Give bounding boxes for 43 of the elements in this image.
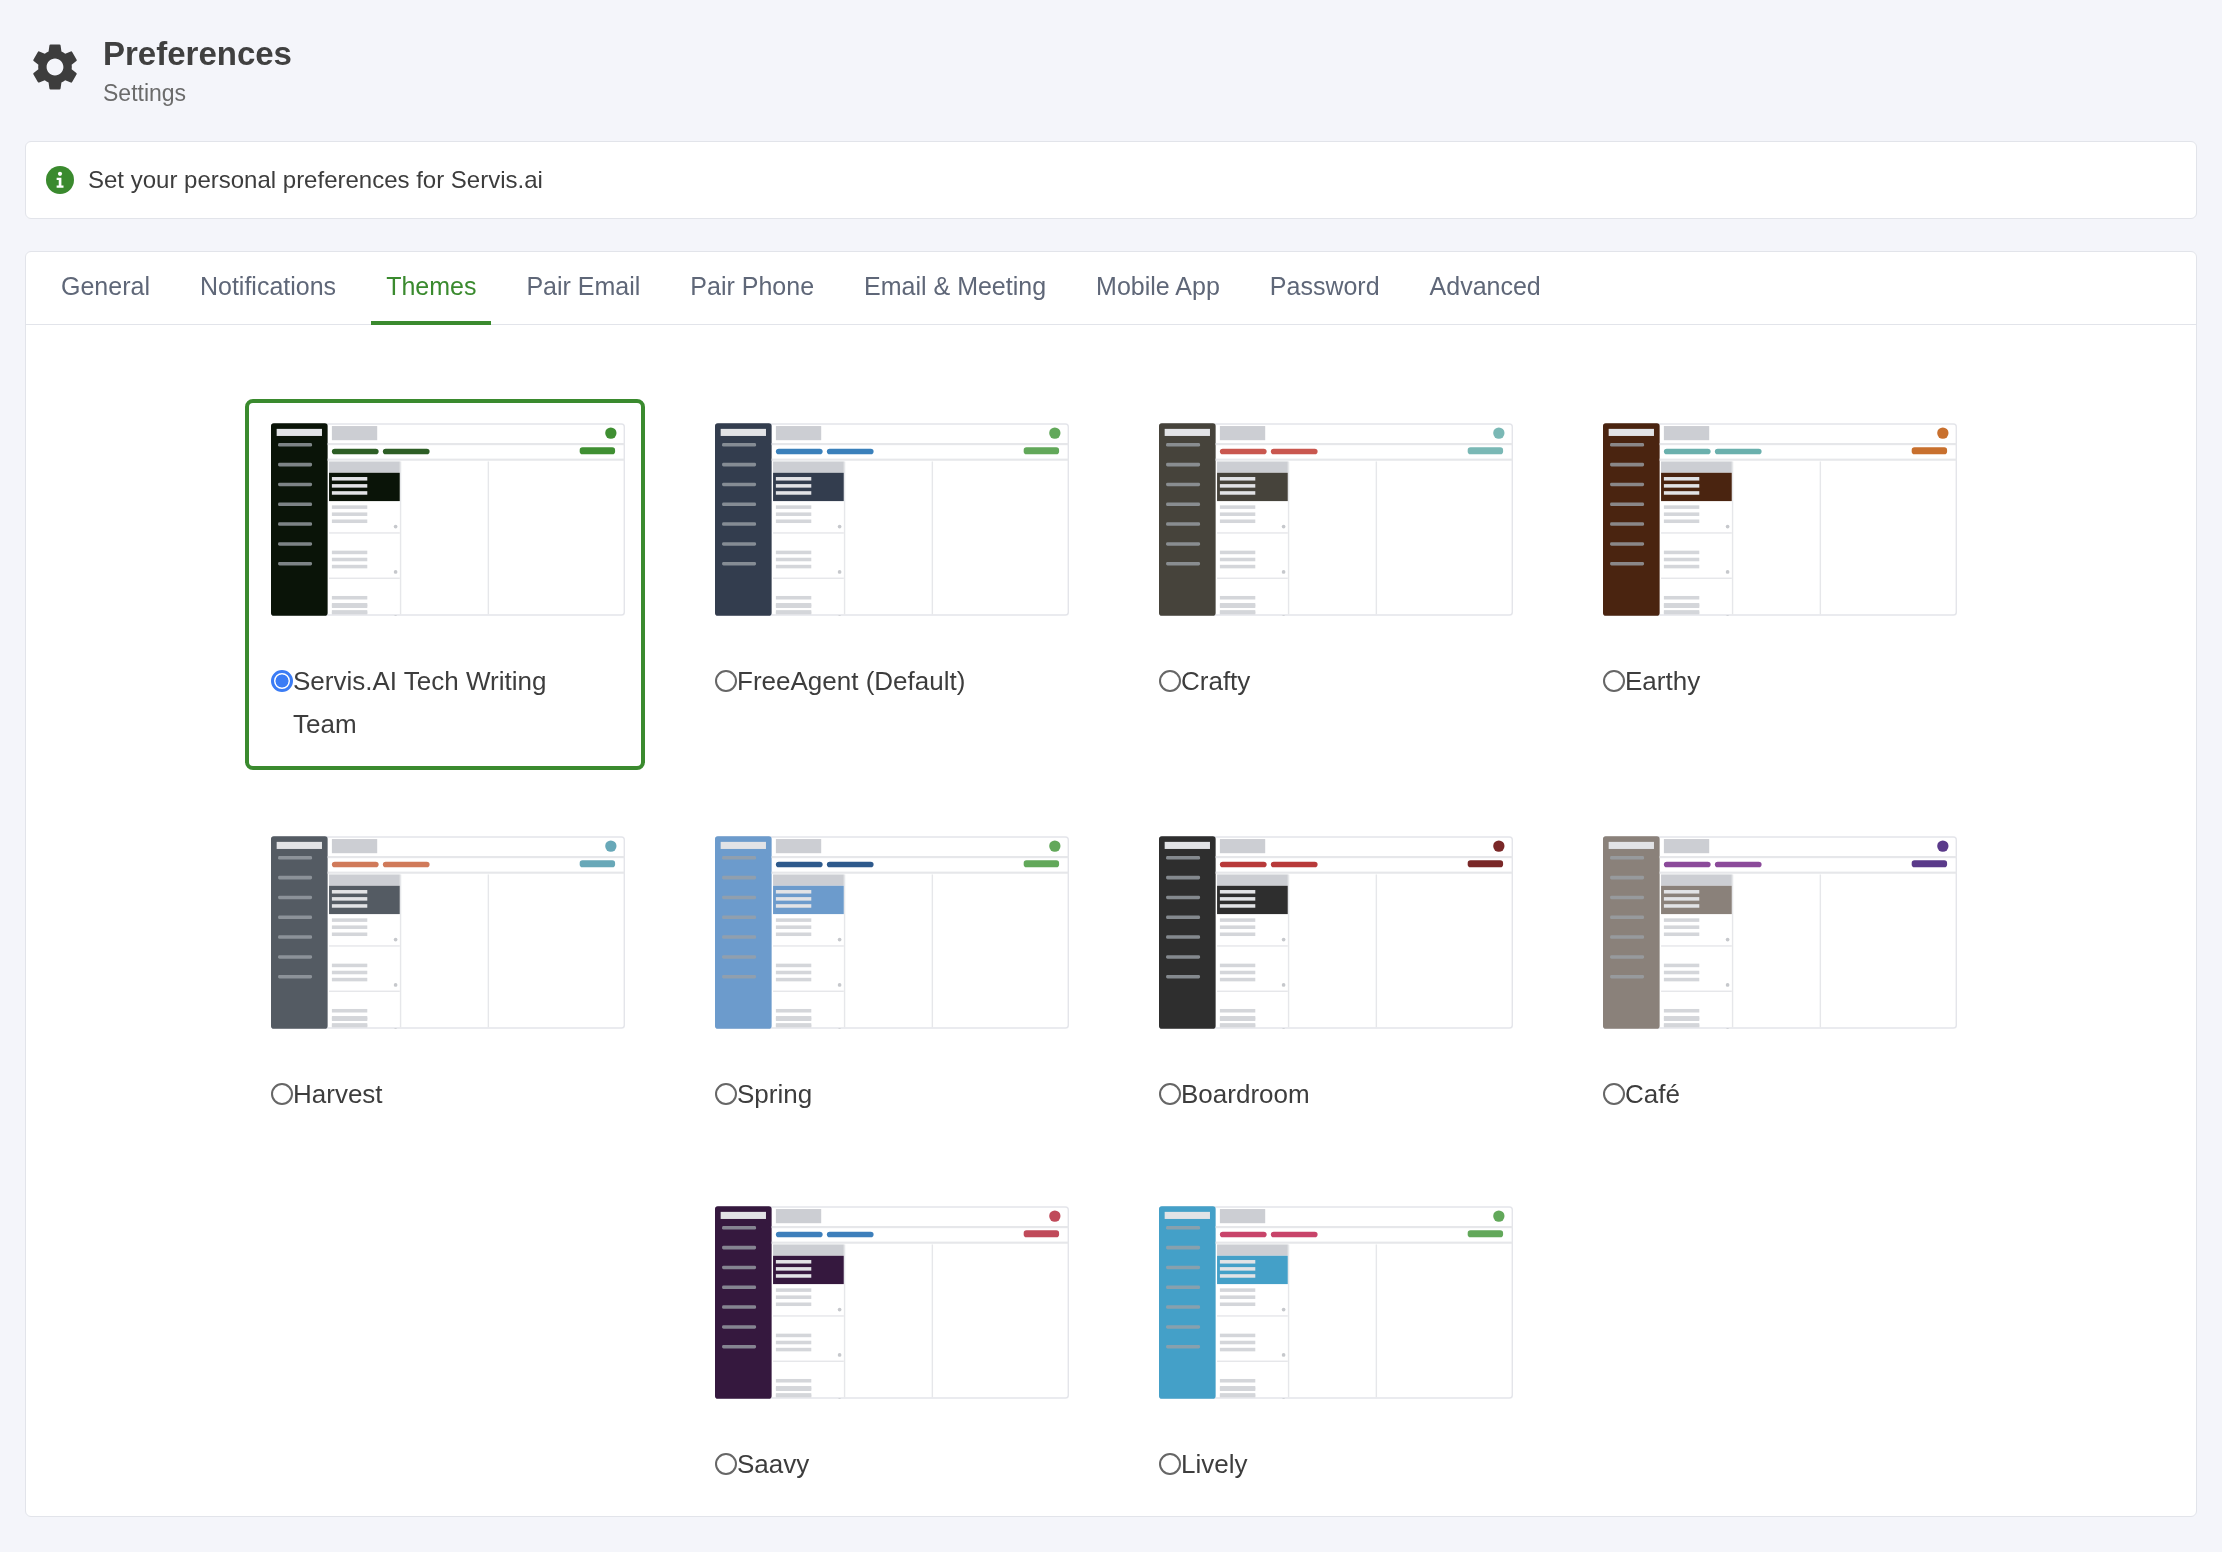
theme-name: Harvest xyxy=(293,1078,383,1111)
tab[interactable]: Advanced xyxy=(1414,252,1556,325)
tab[interactable]: General xyxy=(46,252,165,325)
theme-name: Boardroom xyxy=(1181,1078,1310,1111)
theme-card[interactable]: Harvest xyxy=(245,812,645,1140)
theme-card[interactable]: Earthy xyxy=(1577,399,1977,770)
radio-button[interactable] xyxy=(1603,1083,1625,1105)
theme-name: Spring xyxy=(737,1078,813,1111)
theme-card[interactable]: FreeAgent (Default) xyxy=(689,399,1089,770)
theme-card[interactable]: Crafty xyxy=(1133,399,1533,770)
info-icon xyxy=(46,166,74,194)
theme-card[interactable]: Saavy xyxy=(689,1182,1089,1510)
radio-button[interactable] xyxy=(271,1083,293,1105)
page-subtitle: Settings xyxy=(103,80,188,107)
theme-name: Earthy xyxy=(1625,665,1701,698)
radio-button[interactable] xyxy=(271,670,293,692)
theme-card[interactable]: Café xyxy=(1577,812,1977,1140)
radio-button[interactable] xyxy=(715,1083,737,1105)
radio-button[interactable] xyxy=(1159,670,1181,692)
tab[interactable]: Themes xyxy=(371,252,492,325)
radio-button[interactable] xyxy=(1603,670,1625,692)
tab[interactable]: Notifications xyxy=(184,252,352,325)
theme-name: Servis.AI Tech Writing Team xyxy=(293,665,548,741)
tab[interactable]: Password xyxy=(1254,252,1395,325)
theme-card[interactable]: Lively xyxy=(1133,1182,1533,1510)
theme-card[interactable]: Spring xyxy=(689,812,1089,1140)
tab[interactable]: Mobile App xyxy=(1081,252,1235,325)
radio-button[interactable] xyxy=(715,1453,737,1475)
radio-button[interactable] xyxy=(1159,1083,1181,1105)
theme-card[interactable]: Boardroom xyxy=(1133,812,1533,1140)
tab[interactable]: Pair Email xyxy=(511,252,656,325)
info-text: Set your personal preferences for Servis.ai xyxy=(88,166,543,194)
radio-button[interactable] xyxy=(1159,1453,1181,1475)
radio-button[interactable] xyxy=(715,670,737,692)
tab[interactable]: Email & Meeting xyxy=(849,252,1062,325)
page-title: Preferences xyxy=(103,34,292,74)
theme-name: Lively xyxy=(1181,1448,1248,1481)
theme-name: Crafty xyxy=(1181,665,1251,698)
theme-name: Saavy xyxy=(737,1448,810,1481)
theme-name: Café xyxy=(1625,1078,1680,1111)
tab[interactable]: Pair Phone xyxy=(675,252,830,325)
theme-card[interactable]: Servis.AI Tech Writing Team xyxy=(245,399,645,770)
theme-name: FreeAgent (Default) xyxy=(737,665,966,698)
